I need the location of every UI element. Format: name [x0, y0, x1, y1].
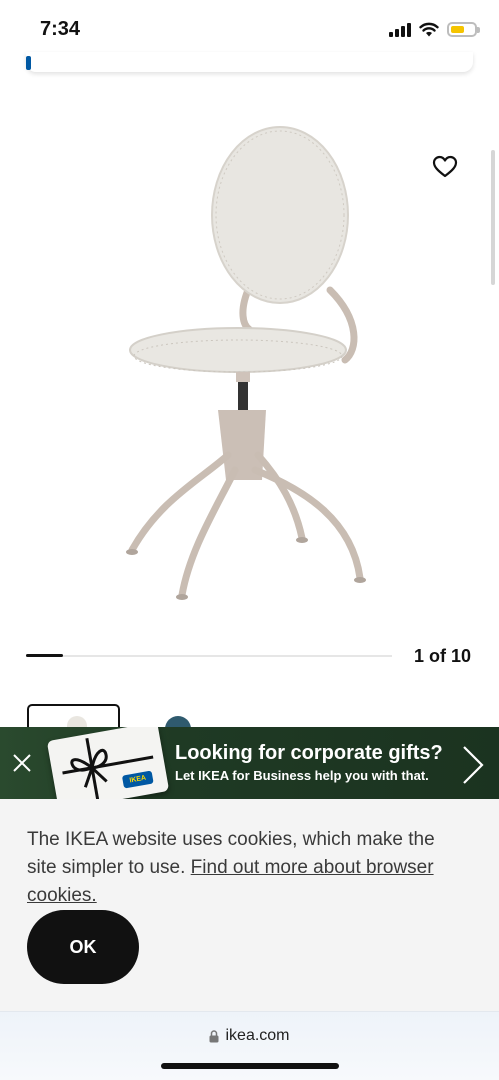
gift-card-image: IKEA	[46, 727, 170, 799]
heart-outline-icon	[432, 155, 458, 178]
status-time: 7:34	[40, 18, 81, 40]
gallery-scrollbar[interactable]	[491, 150, 495, 285]
search-bar-accent	[26, 56, 31, 70]
office-chair-image[interactable]	[90, 110, 400, 610]
close-icon	[13, 754, 31, 772]
cookie-message: The IKEA website uses cookies, which mak…	[27, 826, 467, 910]
gift-ribbon-icon	[62, 737, 154, 799]
promo-subtitle[interactable]: Let IKEA for Business help you with that…	[175, 768, 429, 783]
favorite-button[interactable]	[428, 150, 462, 184]
gallery-progress-fill	[26, 654, 63, 657]
browser-toolbar	[0, 1011, 499, 1080]
status-icons	[389, 22, 480, 37]
gallery-counter: 1 of 10	[413, 646, 471, 666]
home-indicator[interactable]	[161, 1063, 339, 1069]
battery-icon	[447, 22, 480, 37]
search-bar[interactable]	[26, 52, 473, 72]
promo-next-button[interactable]	[455, 740, 491, 790]
signal-icon	[389, 22, 411, 37]
url-text: ikea.com	[225, 1027, 290, 1044]
cookie-ok-button[interactable]: OK	[27, 910, 139, 984]
status-bar: 7:34	[0, 0, 499, 56]
chevron-right-icon	[463, 746, 484, 784]
lock-icon	[209, 1029, 219, 1042]
promo-title[interactable]: Looking for corporate gifts?	[175, 742, 443, 765]
wifi-icon	[419, 22, 439, 37]
promo-close-button[interactable]	[0, 727, 44, 799]
gallery-progress-track	[26, 654, 392, 657]
address-bar[interactable]: ikea.com	[0, 1027, 499, 1045]
